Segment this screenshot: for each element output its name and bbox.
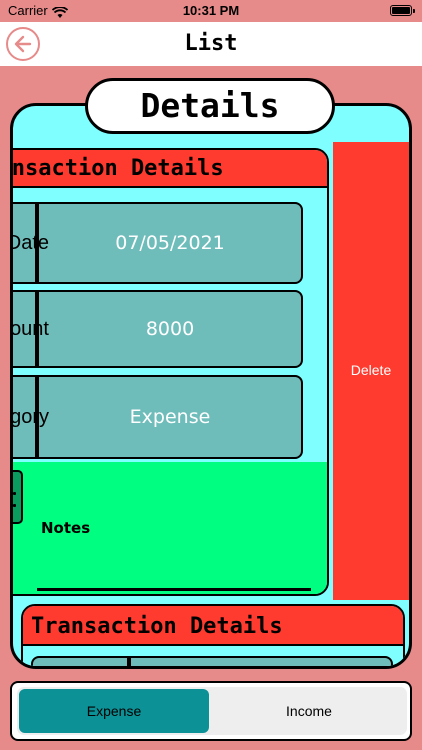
transaction-header: Transaction Details bbox=[23, 606, 403, 646]
date-field bbox=[31, 656, 393, 666]
details-card: Transaction Details Date 07/05/2021 Amou… bbox=[10, 103, 412, 669]
notes-label: Notes bbox=[41, 519, 91, 537]
category-value: Expense bbox=[129, 406, 211, 428]
details-heading-text: Details bbox=[140, 86, 280, 125]
notes-underline bbox=[37, 588, 311, 591]
transaction-header-title: Transaction Details bbox=[31, 614, 283, 639]
amount-field: Amount 8000 bbox=[13, 290, 303, 368]
delete-label: Delete bbox=[350, 362, 392, 378]
date-value: 07/05/2021 bbox=[115, 232, 225, 254]
battery-icon bbox=[390, 5, 415, 16]
transaction-header: Transaction Details bbox=[11, 150, 327, 188]
type-segment-container: Expense Income bbox=[10, 681, 412, 741]
field-divider bbox=[127, 658, 131, 666]
segment-income[interactable]: Income bbox=[213, 687, 405, 735]
page-title: List bbox=[184, 31, 238, 56]
delete-button[interactable]: Delete bbox=[333, 142, 409, 600]
date-field: Date 07/05/2021 bbox=[13, 202, 303, 284]
notes-section: Notes bbox=[13, 462, 327, 594]
transaction-row[interactable]: Transaction Details Date 07/05/2021 Amou… bbox=[11, 148, 329, 596]
clock: 10:31 PM bbox=[182, 3, 240, 18]
status-bar: Carrier 10:31 PM bbox=[0, 0, 422, 22]
type-segmented-control: Expense Income bbox=[17, 687, 407, 735]
notes-icon-button[interactable] bbox=[13, 470, 23, 524]
transaction-header-title: Transaction Details bbox=[11, 156, 224, 181]
transaction-row[interactable]: Transaction Details bbox=[21, 604, 405, 666]
segment-expense[interactable]: Expense bbox=[19, 689, 209, 733]
navigation-bar: List bbox=[0, 22, 422, 66]
category-field: Category Expense bbox=[13, 375, 303, 459]
details-heading: Details bbox=[85, 78, 335, 134]
amount-value: 8000 bbox=[145, 318, 195, 340]
